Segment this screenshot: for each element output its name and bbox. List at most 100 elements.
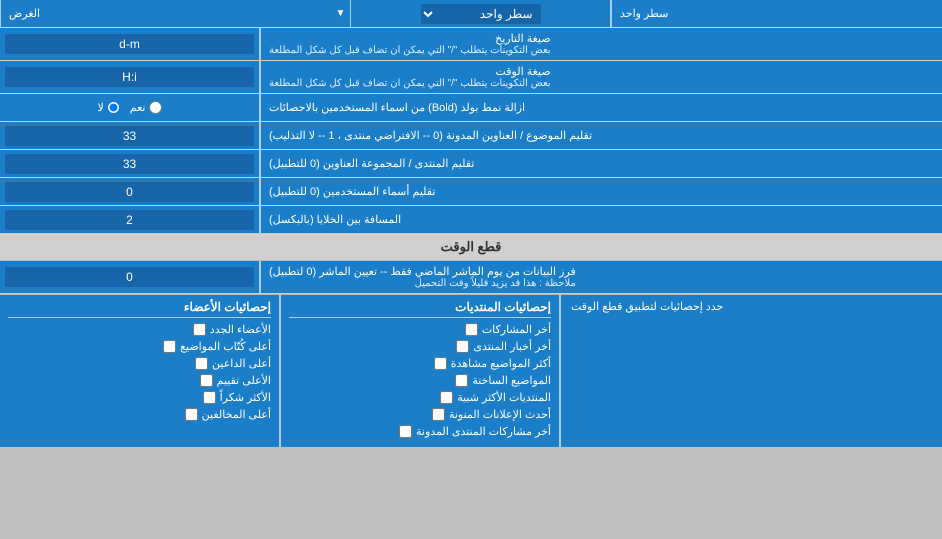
date-format-input[interactable] [5,34,254,54]
trim1-input[interactable] [5,126,254,146]
purpose-right-label: الغرض [0,0,331,27]
bold-yes-radio[interactable] [149,101,162,114]
trim1-input-cell [0,122,260,149]
cb-most-viewed: أكثر المواضيع مشاهدة [289,357,551,370]
cut-input[interactable] [5,267,254,287]
cb-last-posts: أخر المشاركات [289,323,551,336]
time-format-input[interactable] [5,67,254,87]
cb-top-writers-label: أعلى كُتّاب المواضيع [180,340,271,353]
trim2-input-cell [0,150,260,177]
trim1-label-cell: تقليم الموضوع / العناوين المدونة (0 -- ا… [260,122,942,149]
bold-yes-label: نعم [130,101,162,114]
bold-label: ازالة نمط بولد (Bold) من اسماء المستخدمي… [269,101,525,114]
trim3-label-cell: تقليم أسماء المستخدمين (0 للتطبيل) [260,178,942,205]
cb-last-forum-posts-label: أخر مشاركات المنتدى المدونة [416,425,551,438]
bold-row: ازالة نمط بولد (Bold) من اسماء المستخدمي… [0,94,942,122]
cb-new-members-input[interactable] [193,323,206,336]
date-format-row: صيغة التاريخ بعض التكوينات يتطلب "/" الت… [0,28,942,61]
cut-row: فرز البيانات من يوم الماشر الماضي فقط --… [0,261,942,294]
purpose-text: سطر واحد [620,7,668,20]
time-format-label: صيغة الوقت [269,65,551,78]
cb-latest-announcements-input[interactable] [432,408,445,421]
date-format-note: بعض التكوينات يتطلب "/" التي يمكن ان تضا… [269,45,551,56]
bold-label-cell: ازالة نمط بولد (Bold) من اسماء المستخدمي… [260,94,942,121]
trim2-row: تقليم المنتدى / المجموعة العناوين (0 للت… [0,150,942,178]
stats-label: حدد إحصائيات لتطبيق قطع الوقت [571,300,723,313]
cb-top-rated-input[interactable] [200,374,213,387]
trim3-label: تقليم أسماء المستخدمين (0 للتطبيل) [269,185,435,198]
spacing-input[interactable] [5,210,254,230]
cb-new-members: الأعضاء الجدد [8,323,271,336]
date-format-label: صيغة التاريخ [269,32,551,45]
cb-forum-news-label: أخر أخبار المنتدى [473,340,551,353]
cb-top-violators-input[interactable] [185,408,198,421]
forum-stats-col: إحصائيات المنتديات أخر المشاركات أخر أخب… [280,295,560,447]
time-format-input-cell [0,61,260,93]
trim2-label-cell: تقليم المنتدى / المجموعة العناوين (0 للت… [260,150,942,177]
time-label-cell: صيغة الوقت بعض التكوينات يتطلب "/" التي … [260,61,942,93]
cb-hot-topics: المواضيع الساخنة [289,374,551,387]
cb-last-forum-posts-input[interactable] [399,425,412,438]
bold-no-radio[interactable] [107,101,120,114]
cb-last-posts-input[interactable] [465,323,478,336]
cb-top-rated-label: الأعلى تقييم [217,374,271,387]
cb-new-members-label: الأعضاء الجدد [210,323,271,336]
cut-input-cell [0,261,260,293]
spacing-label-cell: المسافة بين الخلايا (بالبكسل) [260,206,942,233]
purpose-right-text: الغرض [9,7,40,20]
cb-hot-topics-input[interactable] [455,374,468,387]
cb-most-viewed-input[interactable] [434,357,447,370]
cb-latest-announcements: أحدث الإعلانات المنونة [289,408,551,421]
cb-latest-announcements-label: أحدث الإعلانات المنونة [449,408,551,421]
cb-top-violators: أعلى المخالفين [8,408,271,421]
purpose-select[interactable]: سطر واحد [421,4,541,24]
trim3-row: تقليم أسماء المستخدمين (0 للتطبيل) [0,178,942,206]
date-format-input-cell [0,28,260,60]
cut-label: فرز البيانات من يوم الماشر الماضي فقط --… [269,265,576,278]
cut-note: ملاحظة : هذا قد يزيد قليلاً وقت التحميل [269,278,576,289]
cb-popular-forums-label: المنتديات الأكثر شبية [457,391,551,404]
time-format-row: صيغة الوقت بعض التكوينات يتطلب "/" التي … [0,61,942,94]
spacing-row: المسافة بين الخلايا (بالبكسل) [0,206,942,234]
cb-last-posts-label: أخر المشاركات [482,323,551,336]
cb-popular-forums-input[interactable] [440,391,453,404]
trim1-label: تقليم الموضوع / العناوين المدونة (0 -- ا… [269,129,592,142]
cb-top-inviters-input[interactable] [195,357,208,370]
cb-last-forum-posts: أخر مشاركات المنتدى المدونة [289,425,551,438]
member-stats-col: إحصائيات الأعضاء الأعضاء الجدد أعلى كُتّ… [0,295,280,447]
dropdown-arrow-icon: ▼ [336,8,346,19]
bold-radio-cell: نعم لا [0,94,260,121]
cb-forum-news: أخر أخبار المنتدى [289,340,551,353]
spacing-label: المسافة بين الخلايا (بالبكسل) [269,213,401,226]
spacing-input-cell [0,206,260,233]
cut-section-header: قطع الوقت [0,234,942,261]
cb-popular-forums: المنتديات الأكثر شبية [289,391,551,404]
bold-no-label: لا [98,101,120,114]
trim2-label: تقليم المنتدى / المجموعة العناوين (0 للت… [269,157,474,170]
member-stats-header: إحصائيات الأعضاء [8,300,271,318]
cb-hot-topics-label: المواضيع الساخنة [472,374,551,387]
stats-label-cell: حدد إحصائيات لتطبيق قطع الوقت [560,295,942,447]
forum-stats-header: إحصائيات المنتديات [289,300,551,318]
cb-top-writers-input[interactable] [163,340,176,353]
time-format-note: بعض التكوينات يتطلب "/" التي يمكن ان تضا… [269,78,551,89]
cut-label-cell: فرز البيانات من يوم الماشر الماضي فقط --… [260,261,942,293]
trim3-input-cell [0,178,260,205]
cb-most-thanked: الأكثر شكراً [8,391,271,404]
cb-top-inviters-label: أعلى الداعين [212,357,271,370]
date-label-cell: صيغة التاريخ بعض التكوينات يتطلب "/" الت… [260,28,942,60]
cb-forum-news-input[interactable] [456,340,469,353]
bottom-section: حدد إحصائيات لتطبيق قطع الوقت إحصائيات ا… [0,294,942,447]
trim2-input[interactable] [5,154,254,174]
trim3-input[interactable] [5,182,254,202]
cb-most-thanked-input[interactable] [203,391,216,404]
purpose-select-cell: سطر واحد [351,0,611,27]
trim1-row: تقليم الموضوع / العناوين المدونة (0 -- ا… [0,122,942,150]
cb-top-inviters: أعلى الداعين [8,357,271,370]
cb-top-rated: الأعلى تقييم [8,374,271,387]
purpose-row: سطر واحد سطر واحد ▼ الغرض [0,0,942,28]
cb-most-viewed-label: أكثر المواضيع مشاهدة [451,357,551,370]
cb-top-writers: أعلى كُتّاب المواضيع [8,340,271,353]
cb-top-violators-label: أعلى المخالفين [202,408,271,421]
cb-most-thanked-label: الأكثر شكراً [220,391,271,404]
